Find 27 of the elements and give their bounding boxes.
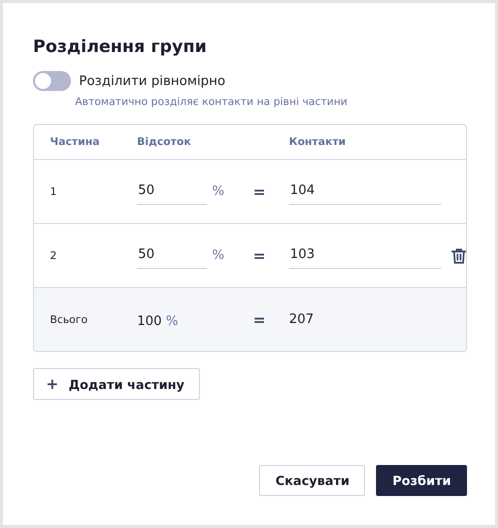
dialog-title: Розділення групи xyxy=(33,36,208,59)
total-percent: 100 xyxy=(137,314,162,329)
part-number: 1 xyxy=(50,186,58,198)
percent-input[interactable]: 50 xyxy=(137,178,207,204)
contacts-input[interactable]: 103 xyxy=(289,242,441,268)
equals-sign: = xyxy=(253,182,267,200)
plus-icon: + xyxy=(46,375,59,393)
toggle-label: Розділити рівномірно xyxy=(79,74,226,88)
total-contacts: 207 xyxy=(289,312,315,327)
column-header: Відсоток xyxy=(137,136,192,148)
add-part-button[interactable]: + Додати частину xyxy=(33,368,200,400)
column-header: Контакти xyxy=(289,136,347,148)
delete-icon[interactable] xyxy=(450,246,466,264)
toggle-switch[interactable] xyxy=(33,71,71,91)
cancel-button[interactable]: Скасувати xyxy=(259,465,366,496)
percent-input[interactable]: 50 xyxy=(137,242,207,268)
equals-sign: = xyxy=(253,310,267,328)
column-header: Частина xyxy=(50,136,101,148)
hint-text: Автоматично розділяє контакти на рівні частини xyxy=(75,96,348,108)
split-button[interactable]: Розбити xyxy=(376,465,467,496)
percent-sign: % xyxy=(211,248,226,263)
total-label: Всього xyxy=(50,314,89,326)
part-number: 2 xyxy=(50,250,58,262)
percent-sign: % xyxy=(211,184,226,199)
percent-sign: % xyxy=(164,314,178,329)
equals-sign: = xyxy=(253,246,267,264)
contacts-input[interactable]: 104 xyxy=(289,178,441,204)
